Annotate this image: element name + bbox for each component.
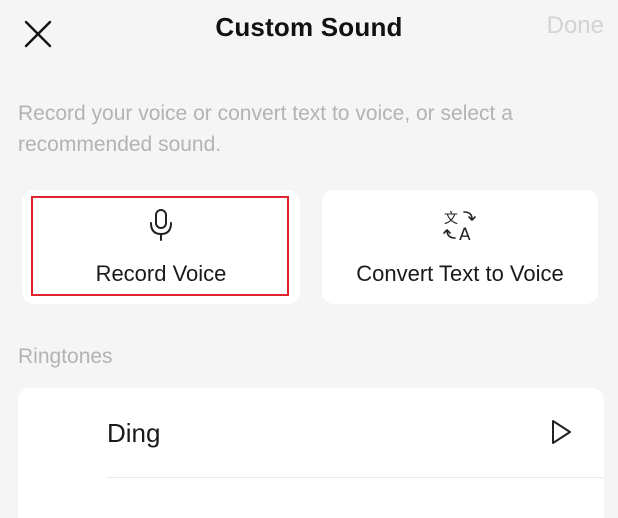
- list-item[interactable]: Ding: [18, 388, 604, 478]
- play-icon: [552, 420, 571, 444]
- page-title: Custom Sound: [215, 12, 403, 42]
- record-voice-label: Record Voice: [95, 261, 227, 286]
- header: Custom Sound Done: [0, 0, 618, 60]
- svg-text:A: A: [459, 225, 471, 242]
- microphone-icon: [148, 208, 174, 242]
- ringtones-list: Ding: [18, 388, 604, 518]
- record-voice-button[interactable]: Record Voice: [22, 190, 300, 304]
- translate-icon: 文 A: [442, 208, 478, 242]
- description-text: Record your voice or convert text to voi…: [18, 102, 513, 156]
- divider: [107, 477, 604, 478]
- svg-text:文: 文: [444, 211, 458, 227]
- ringtones-section-label: Ringtones: [18, 345, 113, 368]
- play-button[interactable]: [546, 416, 576, 448]
- ringtone-name: Ding: [107, 418, 161, 448]
- convert-text-to-voice-label: Convert Text to Voice: [356, 261, 564, 286]
- convert-text-to-voice-button[interactable]: 文 A Convert Text to Voice: [322, 190, 598, 304]
- done-button[interactable]: Done: [547, 12, 604, 40]
